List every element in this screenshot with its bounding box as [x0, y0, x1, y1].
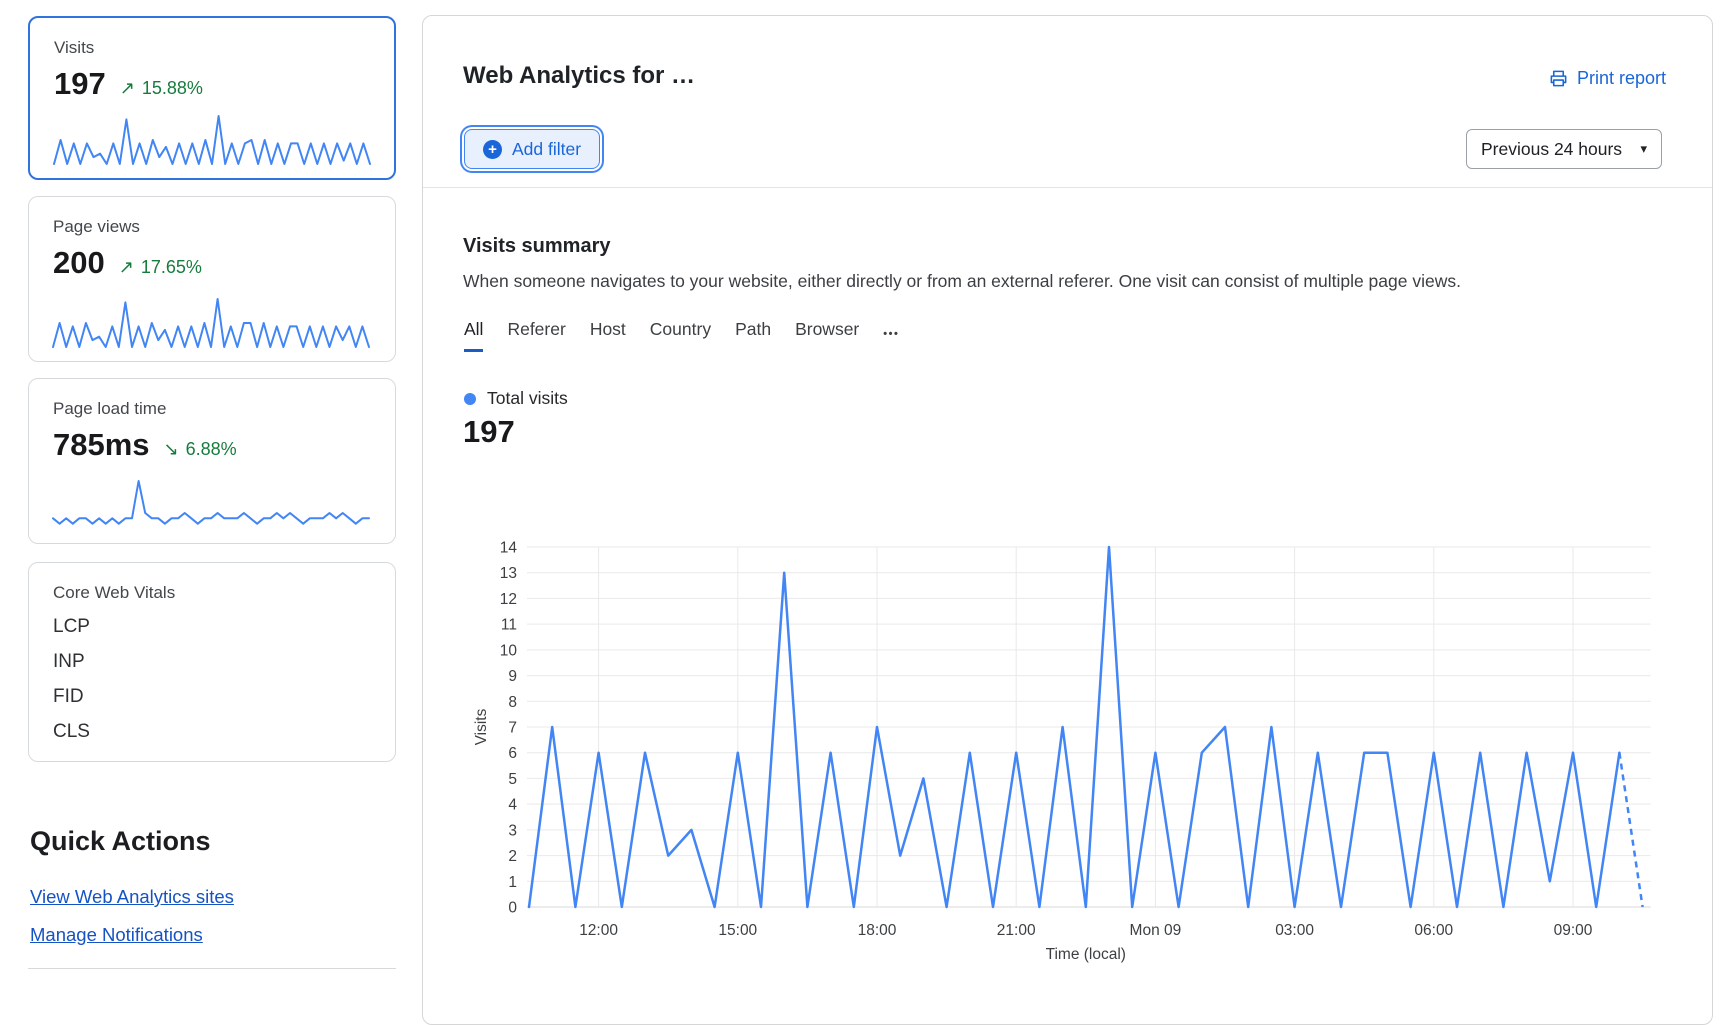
tab-referer[interactable]: Referer: [507, 319, 565, 352]
svg-text:12:00: 12:00: [579, 922, 618, 939]
print-report-link[interactable]: Print report: [1549, 68, 1666, 89]
tab-host[interactable]: Host: [590, 319, 626, 352]
metric-value: 200: [53, 245, 105, 281]
svg-text:4: 4: [508, 797, 517, 814]
trend-badge: ↘ 6.88%: [164, 439, 237, 460]
vitals-row-inp: INP: [53, 651, 371, 673]
series-dot-icon: [464, 393, 476, 405]
svg-text:6: 6: [508, 745, 517, 762]
svg-text:21:00: 21:00: [997, 922, 1036, 939]
tab-country[interactable]: Country: [650, 319, 711, 352]
metric-label: Page load time: [53, 399, 371, 419]
manage-notifications-link[interactable]: Manage Notifications: [30, 924, 203, 946]
vitals-label: INP: [53, 651, 109, 673]
vitals-label: FID: [53, 686, 109, 708]
metric-label: Visits: [54, 38, 370, 58]
trend-percent: 17.65%: [141, 257, 202, 278]
svg-text:7: 7: [508, 720, 517, 737]
print-report-label: Print report: [1577, 68, 1666, 89]
total-visits-value: 197: [463, 414, 515, 450]
caret-down-icon: ▾: [1640, 141, 1647, 157]
trend-badge: ↗ 15.88%: [120, 78, 203, 99]
trend-up-arrow-icon: ↗: [119, 257, 134, 278]
svg-text:3: 3: [508, 822, 517, 839]
printer-icon: [1549, 69, 1568, 88]
trend-badge: ↗ 17.65%: [119, 257, 202, 278]
plus-circle-icon: +: [483, 140, 502, 159]
metric-card-page-load-time[interactable]: Page load time 785ms ↘ 6.88%: [28, 378, 396, 544]
ellipsis-icon[interactable]: •••: [883, 328, 899, 344]
metric-card-visits[interactable]: Visits 197 ↗ 15.88%: [28, 16, 396, 180]
trend-up-arrow-icon: ↗: [120, 78, 135, 99]
trend-percent: 15.88%: [142, 78, 203, 99]
add-filter-label: Add filter: [512, 139, 581, 160]
card-title: Core Web Vitals: [53, 583, 371, 603]
svg-text:1: 1: [508, 874, 517, 891]
page-views-sparkline: [51, 295, 371, 349]
vitals-row-cls: CLS: [53, 721, 371, 743]
tab-all[interactable]: All: [464, 319, 483, 352]
visits-line-chart: 0123456789101112131412:0015:0018:0021:00…: [431, 531, 1711, 981]
tab-browser[interactable]: Browser: [795, 319, 859, 352]
page-load-time-sparkline: [51, 477, 371, 531]
svg-text:06:00: 06:00: [1414, 922, 1453, 939]
dimension-tabs: All Referer Host Country Path Browser ••…: [464, 319, 899, 352]
legend-label: Total visits: [487, 388, 568, 409]
vitals-row-lcp: LCP: [53, 616, 371, 638]
svg-text:Time (local): Time (local): [1046, 946, 1126, 963]
svg-text:5: 5: [508, 771, 517, 788]
legend-total-visits[interactable]: Total visits: [464, 388, 568, 409]
view-web-analytics-sites-link[interactable]: View Web Analytics sites: [30, 886, 234, 908]
svg-text:15:00: 15:00: [718, 922, 757, 939]
svg-text:09:00: 09:00: [1554, 922, 1593, 939]
page-title: Web Analytics for …: [463, 62, 695, 90]
metric-label: Page views: [53, 217, 371, 237]
visits-summary-description: When someone navigates to your website, …: [463, 271, 1461, 292]
web-analytics-panel: Web Analytics for … Print report + Add f…: [422, 15, 1713, 1025]
visits-sparkline: [52, 112, 372, 166]
svg-text:8: 8: [508, 694, 517, 711]
svg-text:03:00: 03:00: [1275, 922, 1314, 939]
quick-actions-heading: Quick Actions: [30, 826, 211, 857]
vitals-label: CLS: [53, 721, 109, 743]
svg-text:Visits: Visits: [473, 708, 490, 745]
trend-down-arrow-icon: ↘: [164, 439, 179, 460]
metric-value: 197: [54, 66, 106, 102]
metric-card-page-views[interactable]: Page views 200 ↗ 17.65%: [28, 196, 396, 362]
svg-text:10: 10: [500, 642, 518, 659]
core-web-vitals-card: Core Web Vitals LCP INP FID CLS: [28, 562, 396, 762]
svg-text:18:00: 18:00: [858, 922, 897, 939]
vitals-label: LCP: [53, 616, 109, 638]
svg-text:13: 13: [500, 565, 517, 582]
tab-path[interactable]: Path: [735, 319, 771, 352]
time-range-dropdown[interactable]: Previous 24 hours ▾: [1466, 129, 1662, 169]
metric-value: 785ms: [53, 427, 150, 463]
sidebar-divider: [28, 968, 396, 969]
svg-text:12: 12: [500, 591, 517, 608]
add-filter-button[interactable]: + Add filter: [464, 129, 600, 169]
header-divider: [423, 187, 1712, 188]
visits-summary-heading: Visits summary: [463, 235, 611, 258]
svg-text:Mon 09: Mon 09: [1130, 922, 1182, 939]
svg-text:11: 11: [501, 617, 517, 634]
svg-text:14: 14: [500, 540, 518, 557]
svg-text:0: 0: [508, 900, 517, 917]
time-range-value: Previous 24 hours: [1481, 139, 1622, 160]
svg-text:9: 9: [508, 668, 517, 685]
vitals-row-fid: FID: [53, 686, 371, 708]
trend-percent: 6.88%: [186, 439, 237, 460]
svg-text:2: 2: [508, 848, 517, 865]
